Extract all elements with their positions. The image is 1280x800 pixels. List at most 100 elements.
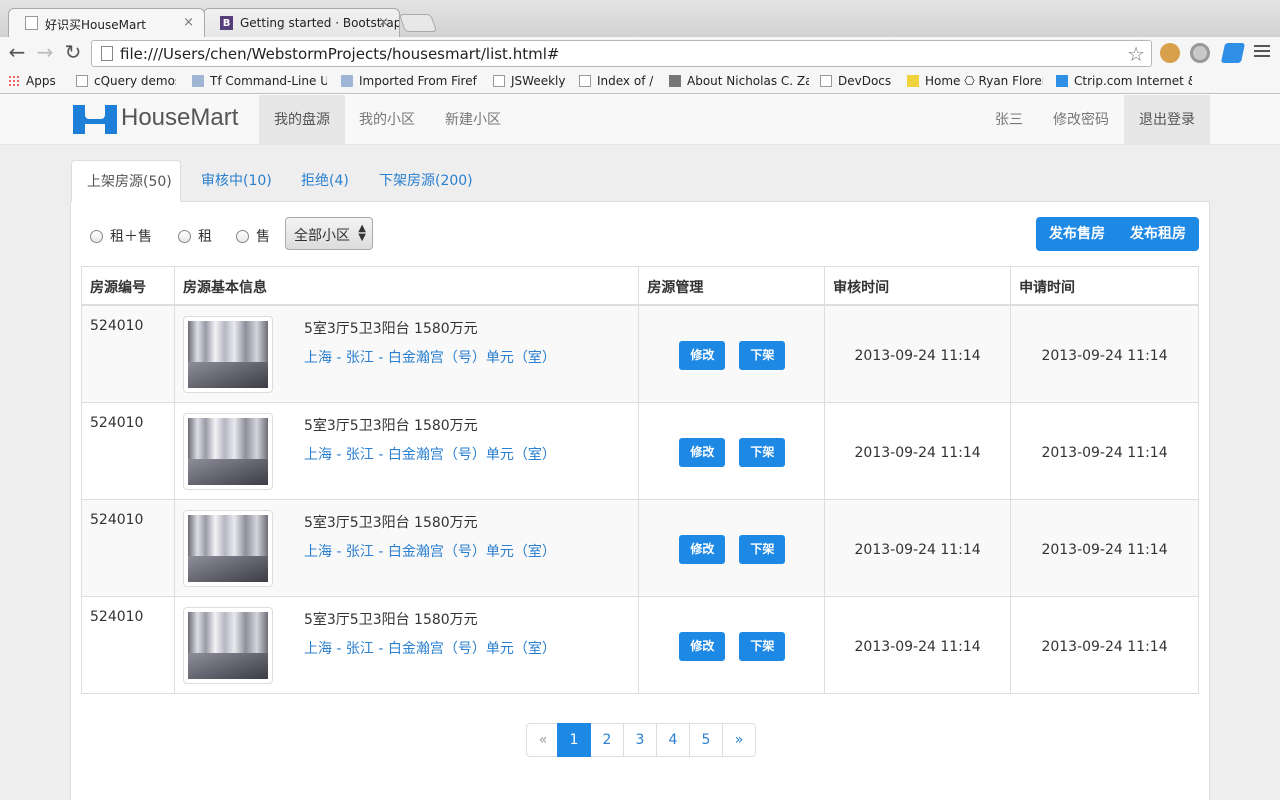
bookmark-item[interactable]: JSWeekly xyxy=(493,74,573,88)
column-header: 房源编号 xyxy=(81,266,175,306)
delist-button[interactable]: 下架 xyxy=(739,340,786,370)
radio-circle[interactable] xyxy=(90,230,103,243)
listing-address-link[interactable]: 上海 - 张江 - 白金瀚宫（号）单元（室） xyxy=(304,347,556,367)
address-bar[interactable]: file:///Users/chen/WebstormProjects/hous… xyxy=(91,40,1152,67)
delist-button[interactable]: 下架 xyxy=(739,534,786,564)
table-header-row: 房源编号 房源基本信息 房源管理 审核时间 申请时间 xyxy=(81,266,1199,306)
radio-circle[interactable] xyxy=(236,230,249,243)
audit-time: 2013-09-24 11:14 xyxy=(824,498,1012,597)
nav-change-password[interactable]: 修改密码 xyxy=(1038,95,1124,145)
nav-logout[interactable]: 退出登录 xyxy=(1124,95,1210,145)
apps-icon xyxy=(8,75,20,87)
folder-icon xyxy=(341,75,353,87)
tab-listed[interactable]: 上架房源(50) xyxy=(71,160,181,202)
apply-time: 2013-09-24 11:14 xyxy=(1010,595,1199,694)
listings-table: 房源编号 房源基本信息 房源管理 审核时间 申请时间 524010 5室3厅5卫… xyxy=(81,266,1199,694)
table-row: 524010 5室3厅5卫3阳台 1580万元 上海 - 张江 - 白金瀚宫（号）… xyxy=(81,304,1199,403)
pagination-page[interactable]: 5 xyxy=(689,723,723,757)
column-header: 申请时间 xyxy=(1010,266,1199,306)
bookmark-item[interactable]: cQuery demos xyxy=(76,74,176,88)
back-icon[interactable]: ← xyxy=(5,41,29,65)
apply-time: 2013-09-24 11:14 xyxy=(1010,401,1199,500)
bookmark-item[interactable]: DevDocs xyxy=(820,74,900,88)
browser-toolbar: ← → ↻ file:///Users/chen/WebstormProject… xyxy=(0,37,1280,70)
globe-extension-icon[interactable] xyxy=(1190,43,1210,63)
listing-address-link[interactable]: 上海 - 张江 - 白金瀚宫（号）单元（室） xyxy=(304,444,556,464)
edit-button[interactable]: 修改 xyxy=(679,631,726,661)
page-icon xyxy=(493,75,505,87)
listing-address-link[interactable]: 上海 - 张江 - 白金瀚宫（号）单元（室） xyxy=(304,541,556,561)
listing-address-link[interactable]: 上海 - 张江 - 白金瀚宫（号）单元（室） xyxy=(304,638,556,658)
close-icon[interactable]: × xyxy=(378,15,389,30)
page-icon xyxy=(101,46,113,61)
cookie-extension-icon[interactable] xyxy=(1160,43,1180,63)
publish-rent-button[interactable]: 发布租房 xyxy=(1130,217,1186,251)
listing-thumbnail[interactable] xyxy=(182,509,273,587)
tab-reviewing[interactable]: 审核中(10) xyxy=(186,160,287,202)
js-icon xyxy=(907,75,919,87)
pagination-next[interactable]: » xyxy=(722,723,756,757)
publish-sale-button[interactable]: 发布售房 xyxy=(1049,217,1105,251)
browser-tab-housemart[interactable]: 好识买HouseMart × xyxy=(8,8,205,37)
blue-extension-icon[interactable] xyxy=(1220,43,1246,63)
close-icon[interactable]: × xyxy=(183,15,194,30)
browser-tab-bootstrap[interactable]: B Getting started · Bootstrap × xyxy=(203,8,400,37)
delist-button[interactable]: 下架 xyxy=(739,631,786,661)
bootstrap-icon: B xyxy=(220,16,233,30)
nav-username[interactable]: 张三 xyxy=(980,95,1038,145)
listing-thumbnail[interactable] xyxy=(182,606,273,684)
pagination-page[interactable]: 3 xyxy=(623,723,657,757)
audit-time: 2013-09-24 11:14 xyxy=(824,304,1012,403)
nav-new-community[interactable]: 新建小区 xyxy=(430,95,516,145)
tab-rejected[interactable]: 拒绝(4) xyxy=(286,160,364,202)
menu-icon[interactable] xyxy=(1254,45,1270,60)
community-select[interactable]: 全部小区 ▲ ▼ xyxy=(285,217,373,250)
radio-rent[interactable]: 租 xyxy=(178,226,212,246)
pagination-page[interactable]: 1 xyxy=(557,723,591,757)
listing-title: 5室3厅5卫3阳台 1580万元 xyxy=(303,417,478,434)
community-select-value: 全部小区 xyxy=(294,228,350,244)
bookmark-item[interactable]: Tf Command-Line U xyxy=(192,74,327,88)
listing-title: 5室3厅5卫3阳台 1580万元 xyxy=(303,514,478,531)
edit-button[interactable]: 修改 xyxy=(679,437,726,467)
nav-my-listings[interactable]: 我的盘源 xyxy=(259,95,345,145)
pagination-page[interactable]: 4 xyxy=(656,723,690,757)
radio-rent-and-sale[interactable]: 租＋售 xyxy=(90,226,152,246)
reload-icon[interactable]: ↻ xyxy=(61,41,85,65)
radio-sale[interactable]: 售 xyxy=(236,226,270,246)
bookmark-star-icon[interactable]: ☆ xyxy=(1127,42,1145,66)
pagination-page[interactable]: 2 xyxy=(590,723,624,757)
listing-thumbnail[interactable] xyxy=(182,412,273,490)
listing-thumbnail[interactable] xyxy=(182,315,273,393)
table-row: 524010 5室3厅5卫3阳台 1580万元上海 - 张江 - 白金瀚宫（号）… xyxy=(81,401,1199,500)
pagination-prev[interactable]: « xyxy=(526,723,560,757)
table-row: 524010 5室3厅5卫3阳台 1580万元上海 - 张江 - 白金瀚宫（号）… xyxy=(81,498,1199,597)
listing-id: 524010 xyxy=(81,498,175,597)
logo-text: HouseMart xyxy=(121,104,239,131)
listing-id: 524010 xyxy=(81,401,175,500)
edit-button[interactable]: 修改 xyxy=(679,534,726,564)
nav-my-communities[interactable]: 我的小区 xyxy=(344,95,430,145)
bookmark-item[interactable]: Index of / xyxy=(579,74,659,88)
edit-button[interactable]: 修改 xyxy=(679,340,726,370)
radio-circle[interactable] xyxy=(178,230,191,243)
browser-tab-title: 好识买HouseMart xyxy=(45,18,146,32)
tab-delisted[interactable]: 下架房源(200) xyxy=(364,160,488,202)
audit-time: 2013-09-24 11:14 xyxy=(824,401,1012,500)
forward-icon[interactable]: → xyxy=(33,41,57,65)
bookmark-item[interactable]: Ctrip.com Internet & xyxy=(1056,74,1192,88)
bookmark-item[interactable]: About Nicholas C. Za xyxy=(669,74,809,88)
bookmark-item[interactable]: Home ⎔ Ryan Floren xyxy=(907,74,1043,88)
delist-button[interactable]: 下架 xyxy=(739,437,786,467)
browser-tab-strip: 好识买HouseMart × B Getting started · Boots… xyxy=(0,0,1280,37)
select-arrows-icon: ▲ ▼ xyxy=(358,223,366,243)
bookmark-apps[interactable]: Apps xyxy=(8,74,56,88)
column-header: 房源基本信息 xyxy=(173,266,640,306)
bookmark-folder[interactable]: Imported From Firef xyxy=(341,74,479,88)
apply-time: 2013-09-24 11:14 xyxy=(1010,498,1199,597)
ctrip-icon xyxy=(1056,75,1068,87)
new-tab-button[interactable] xyxy=(398,14,438,32)
url-text: file:///Users/chen/WebstormProjects/hous… xyxy=(120,45,560,63)
hash-icon xyxy=(820,75,832,87)
table-row: 524010 5室3厅5卫3阳台 1580万元 上海 - 张江 - 白金瀚宫（号）… xyxy=(81,595,1199,694)
